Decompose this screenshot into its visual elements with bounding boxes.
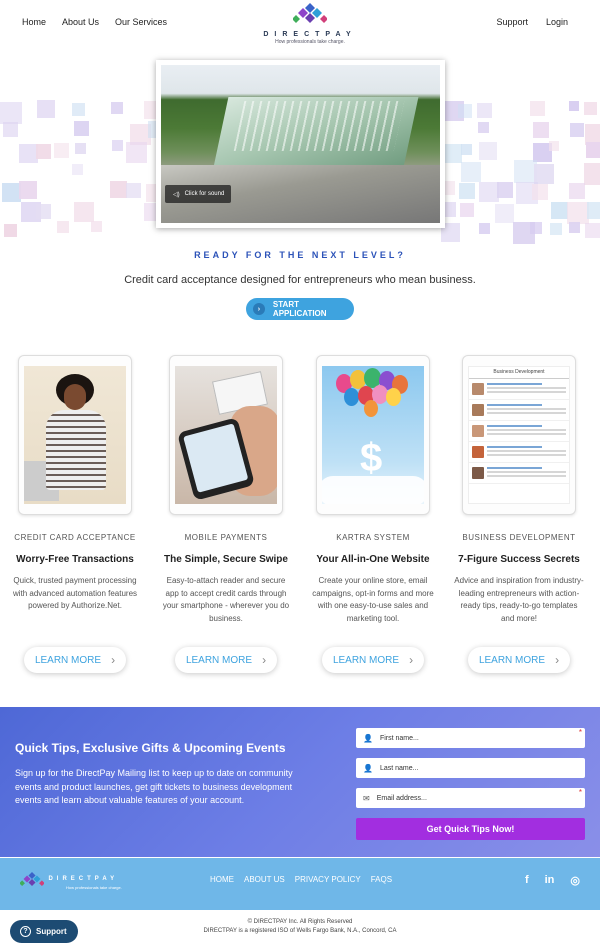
phone-card-reader-image (175, 366, 277, 504)
balloons-dollar-image: $ (322, 366, 424, 504)
service-title: Worry-Free Transactions (16, 554, 134, 565)
linkedin-icon[interactable]: in (545, 874, 555, 887)
chevron-right-icon: › (409, 653, 414, 667)
nav-support-link[interactable]: Support (496, 17, 528, 27)
service-category: CREDIT CARD ACCEPTANCE (14, 533, 136, 542)
iso-disclaimer: DIRECTPAY is a registered ISO of Wells F… (203, 928, 397, 934)
hero-video[interactable]: ◁) Click for sound (156, 60, 445, 228)
first-name-placeholder: First name... (379, 734, 419, 742)
nav-services-link[interactable]: Our Services (115, 17, 167, 27)
woman-with-card-image (24, 366, 126, 504)
footer-tagline: How professionals take charge. (66, 885, 122, 890)
last-name-field[interactable]: 👤 Last name... (356, 758, 585, 778)
service-card-kartra: $ KARTRA SYSTEM Your All-in-One Website … (306, 355, 440, 673)
tablet-image: Business Development (462, 355, 576, 515)
dollar-sign-icon: $ (360, 436, 383, 480)
footer-faqs-link[interactable]: FAQS (371, 875, 392, 884)
footer-about-link[interactable]: ABOUT US (244, 875, 285, 884)
newsletter-title: Quick Tips, Exclusive Gifts & Upcoming E… (15, 741, 286, 755)
subheading: Credit card acceptance designed for entr… (124, 274, 476, 286)
service-category: MOBILE PAYMENTS (184, 533, 268, 542)
envelope-icon: ✉ (363, 793, 370, 803)
support-chat-button[interactable]: ? Support (10, 920, 78, 943)
legal-text: © DIRECTPAY Inc. All Rights Reserved DIR… (0, 918, 600, 936)
email-placeholder: Email address... (376, 794, 427, 802)
learn-more-button[interactable]: LEARN MORE › (468, 647, 570, 673)
service-card-business: Business Development BUSINESS DEVELOPMEN… (452, 355, 586, 673)
nav-login-link[interactable]: Login (546, 17, 568, 27)
video-frame-greenhouse[interactable]: ◁) Click for sound (161, 65, 440, 223)
service-category: KARTRA SYSTEM (336, 533, 410, 542)
logo-wordmark: DIRECTPAY (263, 31, 357, 38)
footer-privacy-link[interactable]: PRIVACY POLICY (295, 875, 361, 884)
get-quick-tips-button[interactable]: Get Quick Tips Now! (356, 818, 585, 840)
footer: DIRECTPAY How professionals take charge.… (0, 858, 600, 910)
service-description: Create your online store, email campaign… (312, 576, 434, 623)
first-name-field[interactable]: 👤 First name... * (356, 728, 585, 748)
last-name-placeholder: Last name... (379, 764, 419, 772)
tablet-image: $ (316, 355, 430, 515)
start-application-label: START APPLICATION (272, 300, 327, 318)
tablet-image (18, 355, 132, 515)
service-title: 7-Figure Success Secrets (458, 554, 580, 565)
footer-home-link[interactable]: HOME (210, 875, 234, 884)
learn-more-label: LEARN MORE (34, 654, 102, 666)
footer-wordmark: DIRECTPAY (48, 875, 119, 882)
learn-more-label: LEARN MORE (478, 654, 546, 666)
service-description: Easy-to-attach reader and secure app to … (162, 576, 290, 623)
blog-preview-header: Business Development (469, 367, 569, 379)
required-asterisk: * (578, 788, 582, 797)
mosaic-decoration-left (0, 100, 165, 240)
speaker-icon: ◁) (173, 191, 180, 198)
help-icon: ? (20, 926, 31, 937)
user-icon: 👤 (363, 733, 373, 743)
social-links: f in ◎ (525, 874, 580, 887)
nav-home-link[interactable]: Home (22, 17, 46, 27)
logo-mark-icon (20, 871, 44, 886)
service-card-mobile: MOBILE PAYMENTS The Simple, Secure Swipe… (159, 355, 293, 673)
support-label: Support (36, 927, 67, 936)
learn-more-label: LEARN MORE (332, 654, 400, 666)
instagram-icon[interactable]: ◎ (570, 874, 580, 887)
chevron-right-icon: › (111, 653, 116, 667)
footer-links: HOME ABOUT US PRIVACY POLICY FAQS (210, 875, 392, 884)
logo-mark-icon (292, 3, 328, 23)
email-field[interactable]: ✉ Email address... * (356, 788, 585, 808)
greenhouse-roof (233, 101, 405, 151)
arrow-right-icon: › (253, 303, 265, 315)
tablet-image (169, 355, 283, 515)
newsletter-description: Sign up for the DirectPay Mailing list t… (15, 768, 293, 805)
service-title: The Simple, Secure Swipe (164, 554, 288, 565)
nav-right: Support Login (496, 17, 568, 27)
user-icon: 👤 (363, 763, 373, 773)
ready-heading: READY FOR THE NEXT LEVEL? (194, 250, 406, 260)
service-title: Your All-in-One Website (316, 554, 430, 565)
learn-more-button[interactable]: LEARN MORE › (322, 647, 424, 673)
service-description: Advice and inspiration from industry-lea… (454, 576, 584, 623)
learn-more-button[interactable]: LEARN MORE › (24, 647, 126, 673)
copyright-text: © DIRECTPAY Inc. All Rights Reserved (247, 919, 353, 925)
top-navigation: Home About Us Our Services DIRECTPAY How… (0, 0, 600, 50)
click-for-sound-button[interactable]: ◁) Click for sound (165, 185, 231, 203)
service-category: BUSINESS DEVELOPMENT (462, 533, 576, 542)
blog-preview-image: Business Development (468, 366, 570, 504)
chevron-right-icon: › (262, 653, 267, 667)
nav-about-link[interactable]: About Us (62, 17, 99, 27)
chevron-right-icon: › (555, 653, 560, 667)
nav-left: Home About Us Our Services (22, 17, 167, 27)
start-application-button[interactable]: › START APPLICATION (246, 298, 354, 320)
sound-label: Click for sound (184, 191, 225, 197)
logo-tagline: How professionals take charge. (275, 39, 345, 45)
learn-more-button[interactable]: LEARN MORE › (175, 647, 277, 673)
required-asterisk: * (578, 728, 582, 737)
facebook-icon[interactable]: f (525, 874, 529, 887)
learn-more-label: LEARN MORE (185, 654, 253, 666)
site-logo[interactable]: DIRECTPAY How professionals take charge. (250, 2, 370, 45)
mosaic-decoration-right (440, 100, 600, 245)
footer-logo[interactable]: DIRECTPAY How professionals take charge. (20, 870, 150, 890)
service-description: Quick, trusted payment processing with a… (12, 576, 138, 610)
service-card-credit: CREDIT CARD ACCEPTANCE Worry-Free Transa… (8, 355, 142, 673)
